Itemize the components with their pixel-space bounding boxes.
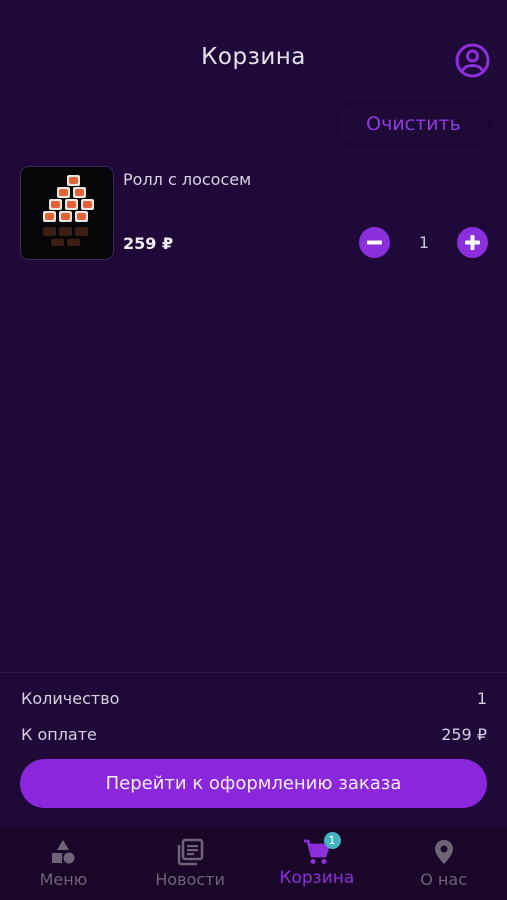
decrease-quantity-button[interactable]	[359, 227, 390, 258]
summary-quantity-label: Количество	[21, 689, 120, 708]
nav-item-menu[interactable]: Меню	[0, 826, 127, 900]
account-circle-icon	[455, 43, 490, 78]
checkout-button[interactable]: Перейти к оформлению заказа	[20, 759, 487, 808]
page-title: Корзина	[201, 44, 306, 70]
product-price: 259 ₽	[123, 234, 174, 253]
cart-count-badge: 1	[323, 832, 341, 849]
nav-label-about: О нас	[420, 870, 467, 889]
nav-item-about[interactable]: О нас	[380, 826, 507, 900]
nav-label-cart: Корзина	[279, 868, 355, 888]
clear-cart-button[interactable]: Очистить	[339, 106, 488, 142]
bottom-navigation: Меню Новости 1 Корзина О нас	[0, 826, 507, 900]
header: Корзина	[0, 0, 507, 100]
nav-label-menu: Меню	[39, 870, 88, 889]
minus-icon	[367, 240, 382, 245]
product-image	[20, 166, 114, 260]
quantity-value: 1	[418, 233, 430, 252]
nav-item-news[interactable]: Новости	[127, 826, 254, 900]
order-summary: Количество 1 К оплате 259 ₽ Перейти к оф…	[0, 672, 507, 826]
summary-total-label: К оплате	[21, 725, 97, 744]
cart-screen: Корзина Очистить Ролл с лососем 259 ₽ 1 …	[0, 0, 507, 900]
summary-quantity-row: Количество 1	[21, 689, 487, 708]
increase-quantity-button[interactable]	[457, 227, 488, 258]
shapes-icon	[52, 840, 75, 864]
profile-button[interactable]	[455, 43, 490, 78]
summary-quantity-value: 1	[476, 689, 487, 708]
product-name: Ролл с лососем	[123, 170, 252, 189]
plus-icon	[465, 235, 480, 250]
nav-label-news: Новости	[155, 870, 225, 889]
nav-item-cart[interactable]: 1 Корзина	[254, 826, 381, 900]
summary-total-value: 259 ₽	[441, 725, 487, 744]
location-pin-icon	[434, 840, 453, 864]
newspaper-icon	[177, 838, 204, 866]
summary-total-row: К оплате 259 ₽	[21, 725, 487, 744]
cart-item: Ролл с лососем 259 ₽ 1	[20, 166, 488, 262]
